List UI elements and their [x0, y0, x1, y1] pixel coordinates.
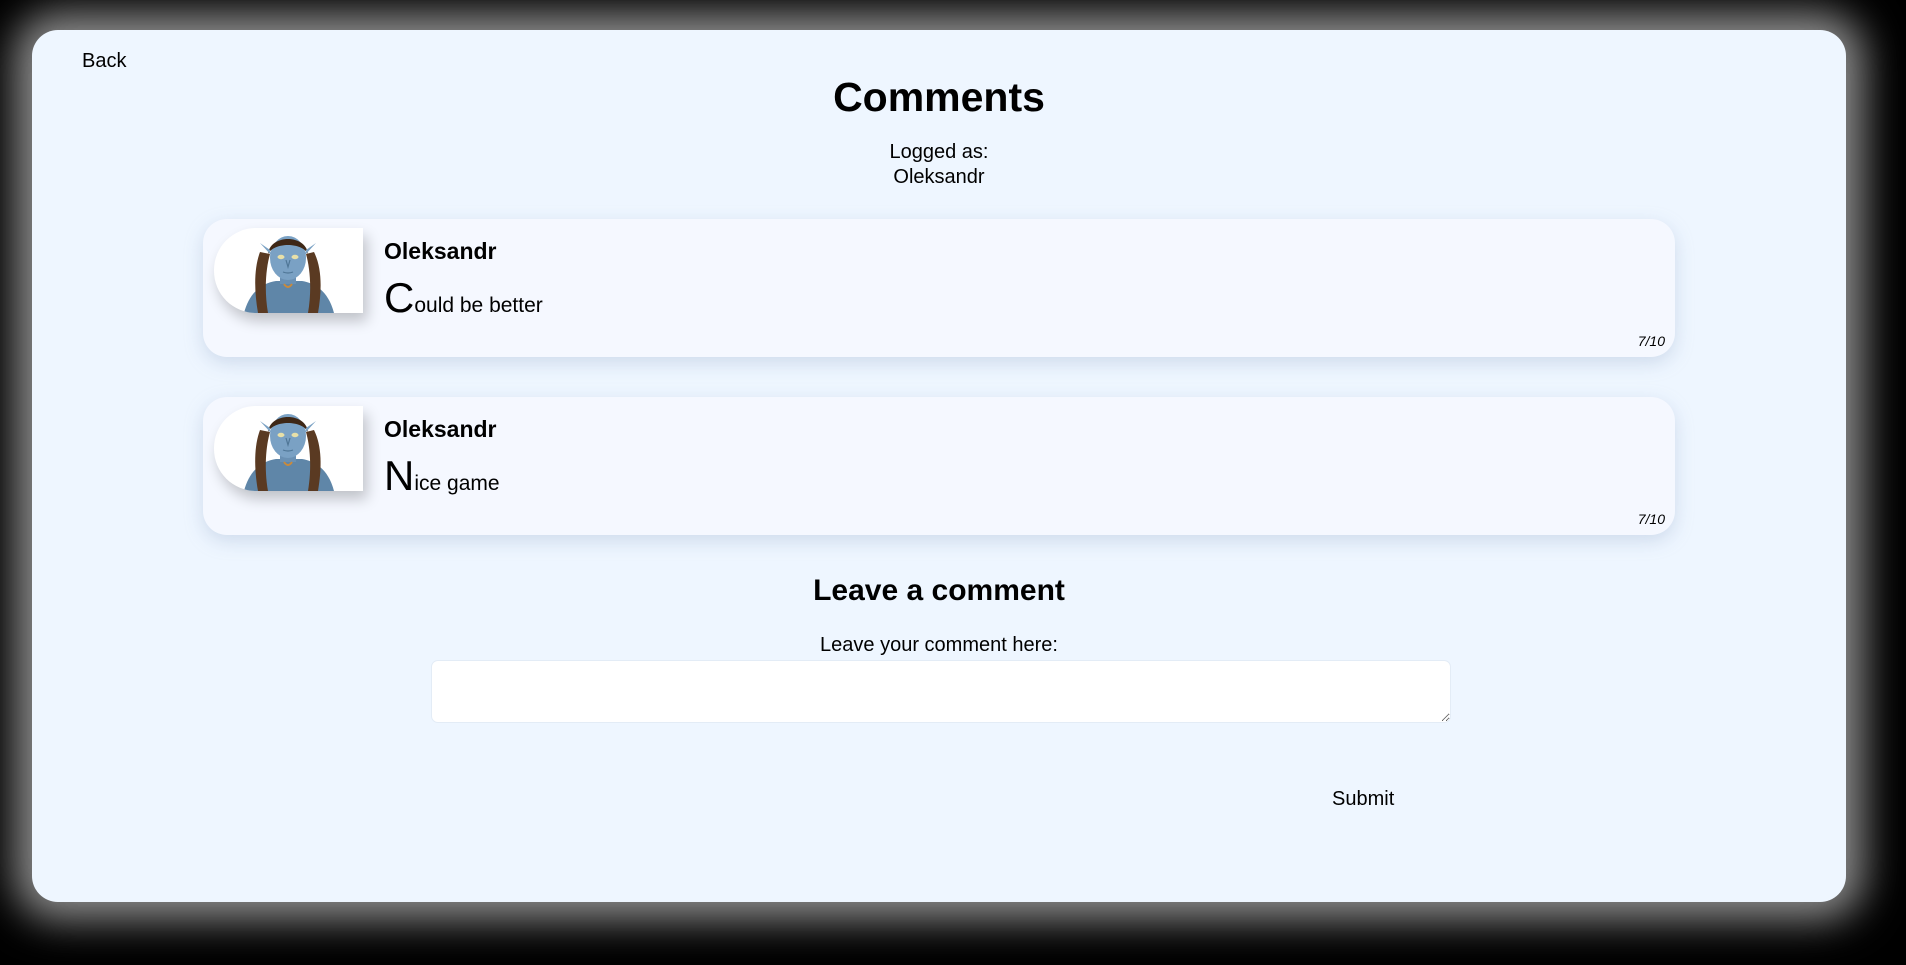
comment-text: Could be better [384, 274, 543, 321]
comment-rating: 7/10 [1637, 333, 1665, 349]
comment-field-label: Leave your comment here: [820, 634, 1058, 656]
back-link[interactable]: Back [82, 50, 126, 73]
comment-rating: 7/10 [1637, 511, 1665, 527]
page-title: Comments [833, 74, 1045, 120]
logged-as-label: Logged as: [889, 141, 989, 163]
comment-input[interactable] [431, 660, 1451, 723]
main-panel: Back Comments Logged as: Oleksandr Oleks… [32, 30, 1846, 902]
comment-card: Oleksandr Could be better 7/10 [203, 219, 1675, 357]
comment-author: Oleksandr [384, 416, 497, 442]
comment-card: Oleksandr Nice game 7/10 [203, 397, 1675, 535]
navi-avatar-icon [244, 414, 334, 491]
submit-button[interactable]: Submit [1332, 788, 1394, 811]
logged-as-info: Logged as: Oleksandr [32, 140, 1846, 190]
logged-username: Oleksandr [893, 166, 985, 188]
navi-avatar-icon [244, 236, 334, 313]
avatar [214, 228, 363, 313]
comment-author: Oleksandr [384, 238, 497, 264]
avatar [214, 406, 363, 491]
leave-comment-title: Leave a comment [813, 574, 1065, 607]
comment-text: Nice game [384, 452, 500, 499]
